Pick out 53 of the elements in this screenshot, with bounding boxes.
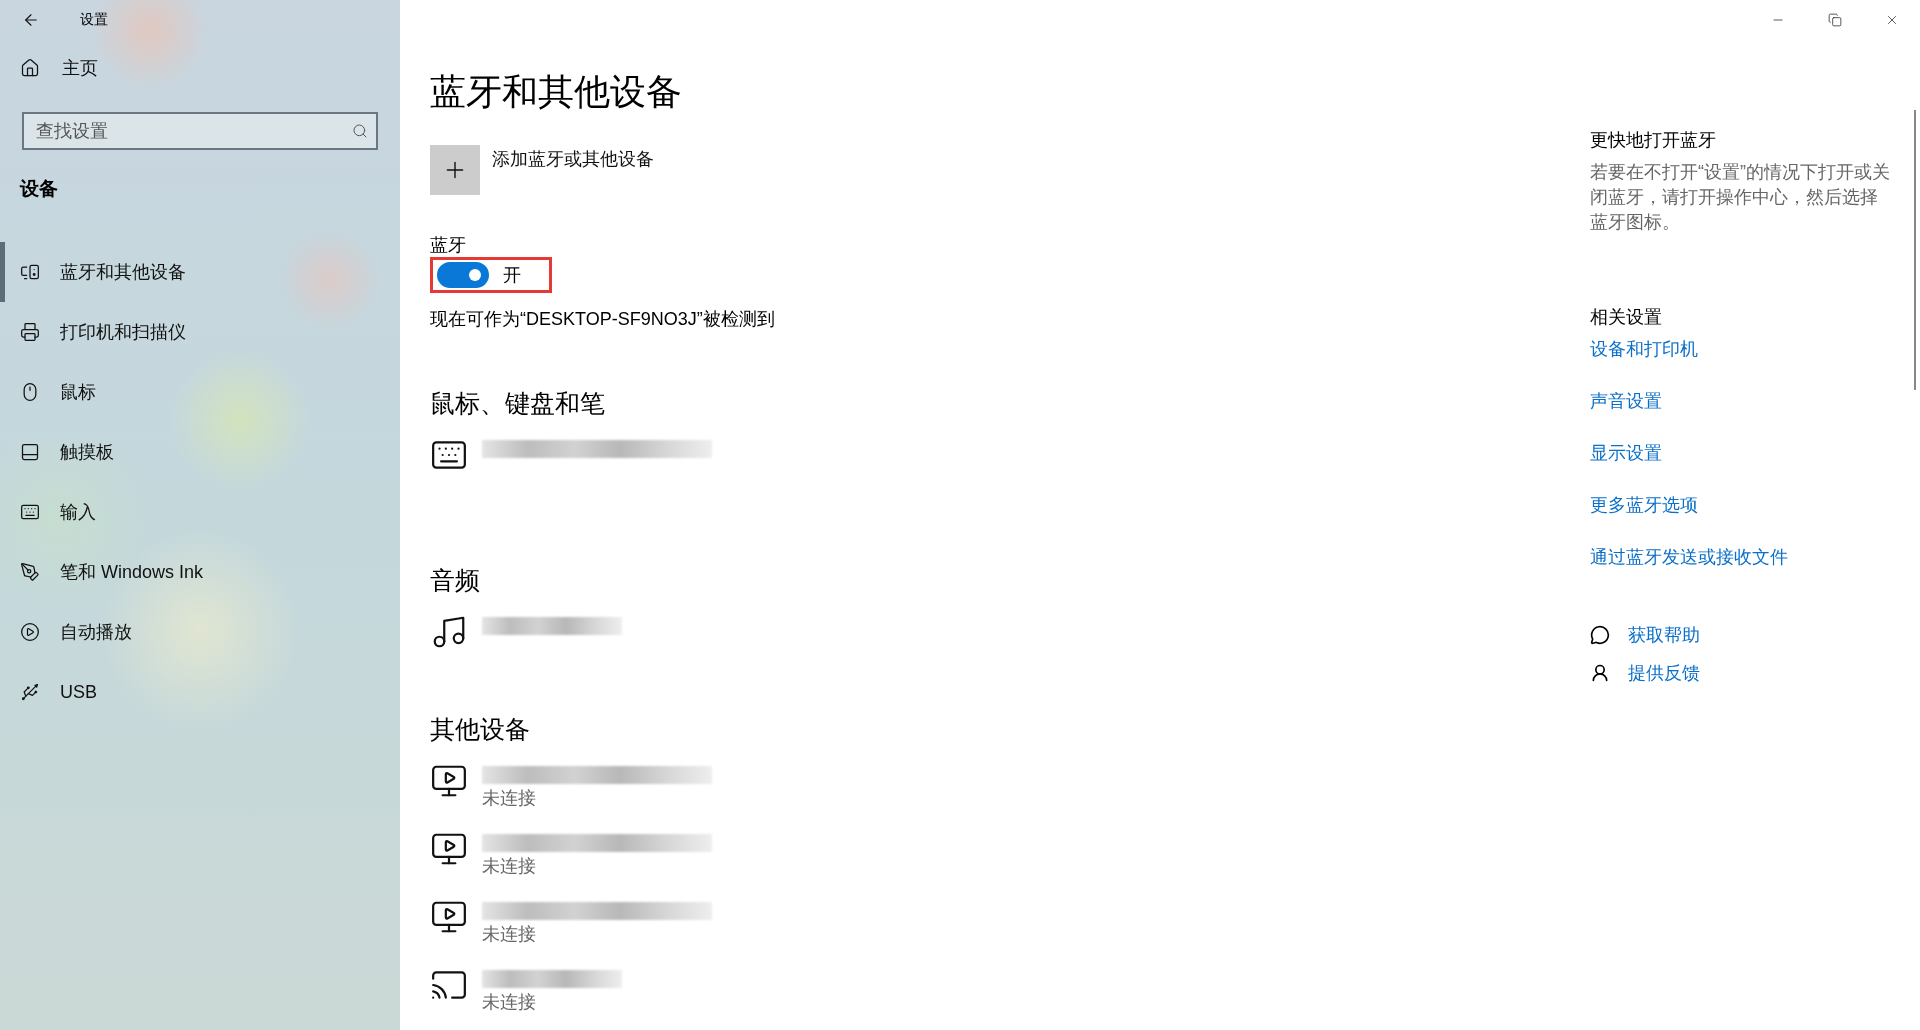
bluetooth-label: 蓝牙 bbox=[430, 234, 467, 257]
nav-item[interactable]: 触摸板 bbox=[0, 422, 400, 482]
discoverable-text: 现在可作为“DESKTOP-SF9NO3J”被检测到 bbox=[430, 308, 776, 331]
home-link[interactable]: 主页 bbox=[0, 46, 400, 90]
back-icon bbox=[22, 11, 40, 29]
search-icon bbox=[352, 123, 368, 139]
settings-link[interactable]: 通过蓝牙发送或接收文件 bbox=[1590, 545, 1788, 569]
device-status: 未连接 bbox=[482, 787, 537, 810]
settings-link[interactable]: 设备和打印机 bbox=[1590, 337, 1698, 361]
toggle-state: 开 bbox=[503, 264, 521, 287]
pen-icon bbox=[20, 562, 40, 582]
touchpad-icon bbox=[20, 442, 40, 462]
device-status: 未连接 bbox=[482, 923, 537, 946]
search-field[interactable]: 查找设置 bbox=[22, 112, 378, 150]
speaker-monitor-icon bbox=[20, 262, 40, 282]
usb-icon bbox=[20, 682, 40, 702]
section-heading: 设备 bbox=[20, 177, 59, 201]
settings-link[interactable]: 更多蓝牙选项 bbox=[1590, 493, 1698, 517]
device-item[interactable]: 未连接 bbox=[430, 962, 1590, 1018]
person-icon bbox=[1590, 663, 1610, 683]
device-item[interactable]: 未连接 bbox=[430, 894, 1590, 950]
page-title: 蓝牙和其他设备 bbox=[430, 70, 683, 114]
tip-text: 若要在不打开“设置”的情况下打开或关闭蓝牙，请打开操作中心，然后选择蓝牙图标。 bbox=[1590, 161, 1890, 234]
play-circle-icon bbox=[20, 622, 40, 642]
add-device-button[interactable]: 添加蓝牙或其他设备 bbox=[430, 145, 1590, 195]
scrollbar[interactable] bbox=[1914, 110, 1916, 390]
chat-bubble-icon bbox=[1590, 625, 1610, 645]
tip-heading: 更快地打开蓝牙 bbox=[1590, 129, 1717, 152]
nav-item[interactable]: USB bbox=[0, 662, 400, 722]
nav-item[interactable]: 输入 bbox=[0, 482, 400, 542]
section-heading: 音频 bbox=[430, 565, 481, 596]
help-link[interactable]: 获取帮助 bbox=[1628, 623, 1700, 647]
settings-link[interactable]: 显示设置 bbox=[1590, 441, 1662, 465]
nav-item[interactable]: 笔和 Windows Ink bbox=[0, 542, 400, 602]
home-icon bbox=[20, 58, 40, 78]
section-heading: 鼠标、键盘和笔 bbox=[430, 388, 606, 419]
printer-icon bbox=[20, 322, 40, 342]
keyboard-icon bbox=[20, 502, 40, 522]
nav-item[interactable]: 蓝牙和其他设备 bbox=[0, 242, 400, 302]
bluetooth-toggle[interactable] bbox=[437, 262, 489, 288]
device-status: 未连接 bbox=[482, 991, 537, 1014]
device-item[interactable]: 未连接 bbox=[430, 826, 1590, 882]
related-heading: 相关设置 bbox=[1590, 306, 1663, 329]
restore-icon bbox=[1827, 13, 1842, 27]
device-status: 未连接 bbox=[482, 855, 537, 878]
nav-item[interactable]: 鼠标 bbox=[0, 362, 400, 422]
device-item[interactable]: 未连接 bbox=[430, 758, 1590, 814]
nav-item[interactable]: 打印机和扫描仪 bbox=[0, 302, 400, 362]
nav-item[interactable]: 自动播放 bbox=[0, 602, 400, 662]
section-heading: 其他设备 bbox=[430, 714, 531, 745]
help-link[interactable]: 提供反馈 bbox=[1628, 661, 1700, 685]
settings-link[interactable]: 声音设置 bbox=[1590, 389, 1662, 413]
window-title: 设置 bbox=[80, 11, 108, 29]
